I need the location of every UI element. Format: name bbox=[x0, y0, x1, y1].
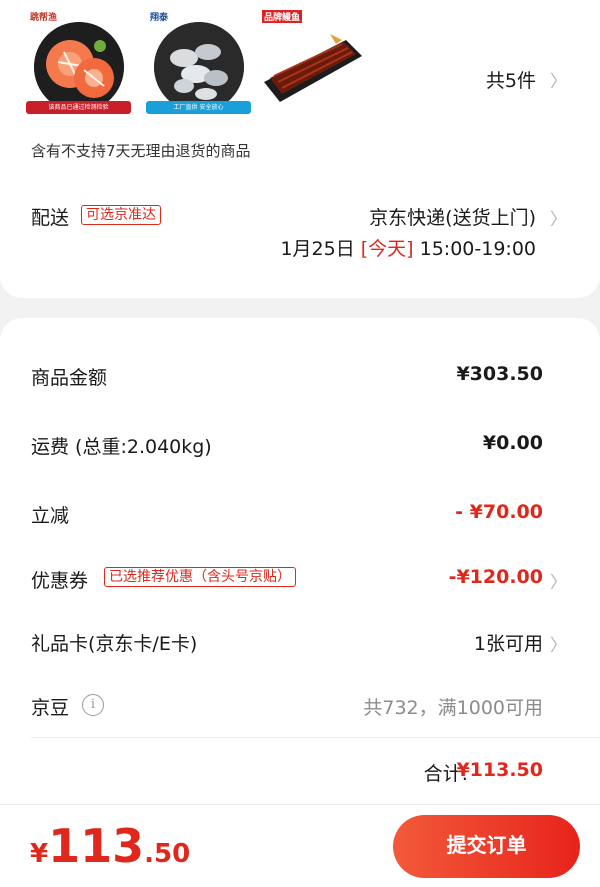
item-count[interactable]: 共5件 bbox=[486, 66, 536, 93]
shipping-label: 配送 bbox=[31, 207, 70, 229]
delivery-date: 1月25日 bbox=[280, 238, 355, 260]
jingdou-label: 京豆 bbox=[31, 697, 70, 719]
freight-value: ¥0.00 bbox=[482, 432, 543, 454]
divider bbox=[31, 737, 600, 738]
goods-amount-value: ¥303.50 bbox=[456, 363, 543, 385]
return-policy-notice: 含有不支持7天无理由退货的商品 bbox=[31, 142, 251, 160]
chevron-right-icon[interactable]: 〉 bbox=[550, 205, 567, 230]
gift-card-value[interactable]: 1张可用 bbox=[474, 629, 543, 656]
payable-amount: ¥113.50 bbox=[30, 819, 190, 873]
gift-card-label: 礼品卡(京东卡/E卡) bbox=[31, 633, 198, 655]
order-items-card: 跳帮渔 该商品已通过检测检验 翔泰 工厂直供 安全放心 品牌鳗鱼 共5件 〉 含… bbox=[0, 0, 600, 298]
chevron-right-icon[interactable]: 〉 bbox=[550, 568, 567, 593]
shipping-method[interactable]: 京东快递(送货上门) bbox=[369, 203, 536, 230]
delivery-day: [今天] bbox=[360, 238, 414, 260]
product-thumb-eel[interactable]: 品牌鳗鱼 bbox=[258, 8, 363, 116]
product-banner: 该商品已通过检测检验 bbox=[26, 101, 131, 114]
checkout-bar: ¥113.50 提交订单 bbox=[0, 804, 600, 887]
coupon-value[interactable]: -¥120.00 bbox=[449, 566, 543, 588]
submit-order-button[interactable]: 提交订单 bbox=[393, 815, 580, 878]
freight-label: 运费 (总重:2.040kg) bbox=[31, 436, 212, 458]
info-icon[interactable]: i bbox=[82, 694, 104, 716]
coupon-label: 优惠券 bbox=[31, 570, 89, 592]
chevron-right-icon[interactable]: 〉 bbox=[550, 631, 567, 656]
product-thumb-fish[interactable]: 翔泰 工厂直供 安全放心 bbox=[146, 8, 251, 116]
delivery-window: 15:00-19:00 bbox=[419, 238, 536, 260]
brand-logo: 品牌鳗鱼 bbox=[262, 10, 303, 23]
currency-symbol: ¥ bbox=[30, 839, 49, 869]
discount-label: 立减 bbox=[31, 505, 70, 527]
jingzhunda-tag: 可选京准达 bbox=[81, 205, 161, 225]
product-image bbox=[34, 22, 124, 112]
product-image bbox=[264, 34, 362, 102]
product-thumb-salmon[interactable]: 跳帮渔 该商品已通过检测检验 bbox=[26, 8, 131, 116]
chevron-right-icon[interactable]: 〉 bbox=[550, 67, 567, 92]
product-image bbox=[154, 22, 244, 112]
goods-amount-label: 商品金额 bbox=[31, 367, 108, 389]
discount-value: - ¥70.00 bbox=[455, 501, 543, 523]
brand-logo: 翔泰 bbox=[150, 13, 169, 23]
total-value: ¥113.50 bbox=[456, 759, 543, 781]
brand-logo: 跳帮渔 bbox=[30, 13, 58, 23]
amount-decimal: .50 bbox=[144, 839, 191, 869]
amount-integer: 113 bbox=[48, 819, 145, 873]
product-banner: 工厂直供 安全放心 bbox=[146, 101, 251, 114]
jingdou-value: 共732，满1000可用 bbox=[363, 697, 543, 719]
coupon-tag[interactable]: 已选推荐优惠（含头号京贴） bbox=[104, 567, 296, 587]
delivery-time[interactable]: 1月25日 [今天] 15:00-19:00 bbox=[280, 234, 536, 261]
